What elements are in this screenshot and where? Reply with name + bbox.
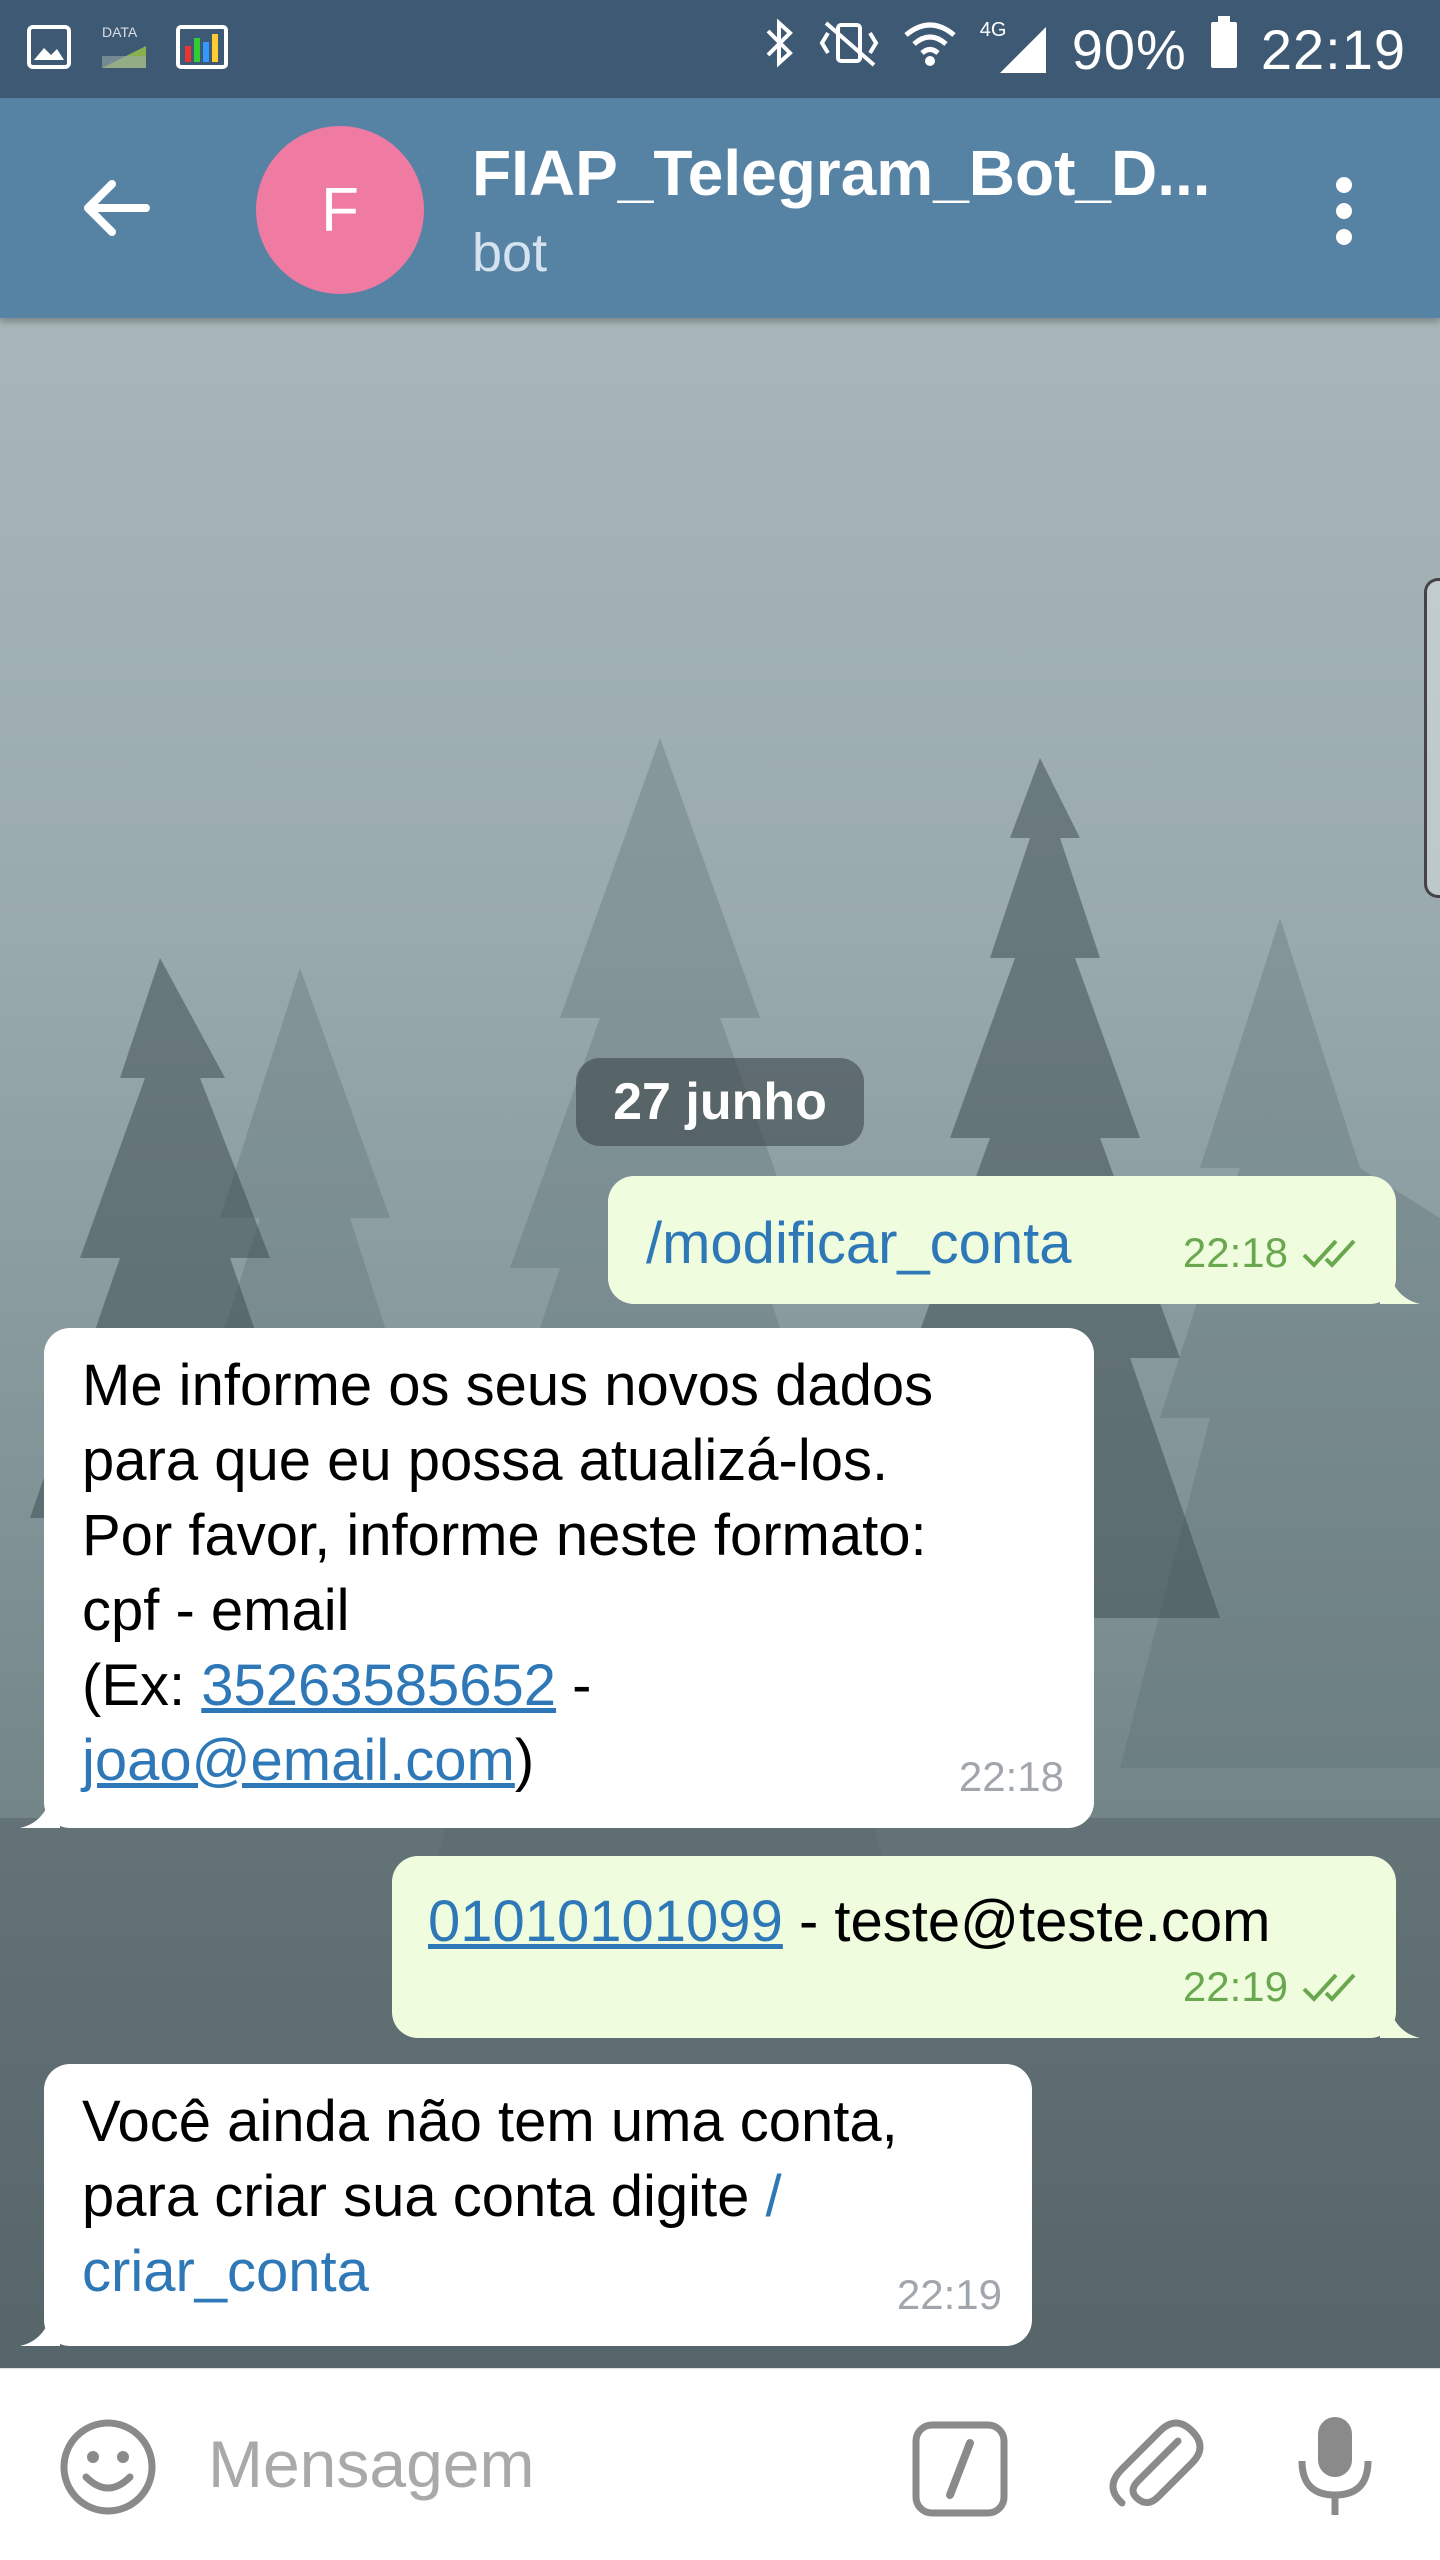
incoming-message-2[interactable]: Você ainda não tem uma conta, para criar… [44, 2064, 1032, 2346]
phone-link[interactable]: 35263585652 [201, 1653, 556, 1718]
status-right-icons: 4G 90% 22:19 [762, 15, 1406, 83]
message-line: para que eu possa atualizá-los. [82, 1428, 889, 1493]
back-button[interactable] [60, 153, 170, 263]
bubble-tail [20, 2310, 60, 2346]
message-meta: 22:18 [1183, 1215, 1366, 1290]
scrollbar-thumb[interactable] [1424, 578, 1440, 898]
paperclip-icon [1109, 2419, 1204, 2507]
message-meta: 22:18 [959, 1739, 1064, 1814]
status-left-icons: DATA [26, 24, 228, 75]
outgoing-message-2[interactable]: 01010101099 - teste@teste.com 22:19 [392, 1856, 1396, 2038]
message-line: para criar sua conta digite / [82, 2164, 782, 2229]
double-check-icon [1302, 1973, 1356, 2002]
date-separator: 27 junho [576, 1058, 864, 1146]
microphone-button[interactable] [1290, 2411, 1380, 2521]
smiley-icon [60, 2419, 156, 2515]
signal-icon: 4G [980, 19, 1050, 75]
message-time: 22:18 [1182, 1229, 1288, 1276]
message-line: Me informe os seus novos dados [82, 1353, 934, 1418]
bot-commands-button[interactable] [910, 2419, 1010, 2519]
chart-notification-icon [176, 24, 228, 75]
microphone-icon [1298, 2417, 1372, 2515]
avatar[interactable]: F [256, 126, 424, 294]
outgoing-message-1[interactable]: /modificar_conta 22:18 [608, 1176, 1396, 1304]
message-line: criar_conta [82, 2234, 1032, 2309]
more-menu-button[interactable] [1304, 166, 1384, 256]
gallery-notification-icon [26, 24, 72, 75]
message-command-link[interactable]: /modificar_conta [646, 1211, 1072, 1276]
emoji-button[interactable] [58, 2417, 158, 2517]
double-check-icon [1302, 1239, 1356, 1268]
message-meta: 22:19 [1183, 1949, 1366, 2024]
bubble-tail [20, 1792, 60, 1828]
message-time: 22:19 [896, 2271, 1002, 2318]
bot-command-icon [912, 2421, 1008, 2517]
chat-header: F FIAP_Telegram_Bot_D... bot [0, 98, 1440, 318]
bluetooth-icon [762, 17, 796, 82]
message-time: 22:18 [958, 1753, 1064, 1800]
status-bar: DATA 4G 90% 22:19 [0, 0, 1440, 98]
message-line: Por favor, informe neste formato: [82, 1503, 927, 1568]
vibrate-mute-icon [818, 17, 880, 82]
message-line: cpf - email [82, 1578, 350, 1643]
chat-title[interactable]: FIAP_Telegram_Bot_D... [472, 136, 1272, 210]
message-line: (Ex: 35263585652 - [82, 1653, 592, 1718]
message-meta: 22:19 [897, 2257, 1002, 2332]
status-time: 22:19 [1260, 17, 1406, 81]
incoming-message-1[interactable]: Me informe os seus novos dados para que … [44, 1328, 1094, 1828]
bubble-tail [1380, 1268, 1420, 1304]
message-composer [0, 2368, 1440, 2560]
bubble-tail [1380, 2002, 1420, 2038]
command-link[interactable]: criar_conta [82, 2239, 369, 2304]
battery-percent: 90% [1071, 17, 1187, 81]
wifi-icon [902, 17, 958, 82]
battery-icon [1209, 15, 1239, 83]
chat-subtitle: bot [472, 223, 548, 283]
message-line: joao@email.com) [82, 1728, 535, 1793]
data-notification-icon: DATA [98, 24, 150, 72]
message-time: 22:19 [1182, 1963, 1288, 2010]
phone-link[interactable]: 01010101099 [428, 1889, 783, 1954]
message-input[interactable] [208, 2409, 848, 2519]
attach-button[interactable] [1100, 2411, 1210, 2521]
email-link[interactable]: joao@email.com [82, 1728, 515, 1793]
command-link[interactable]: / [765, 2164, 781, 2229]
more-vertical-icon [1336, 177, 1352, 193]
arrow-left-icon [84, 180, 150, 236]
message-line: Você ainda não tem uma conta, [82, 2089, 898, 2154]
